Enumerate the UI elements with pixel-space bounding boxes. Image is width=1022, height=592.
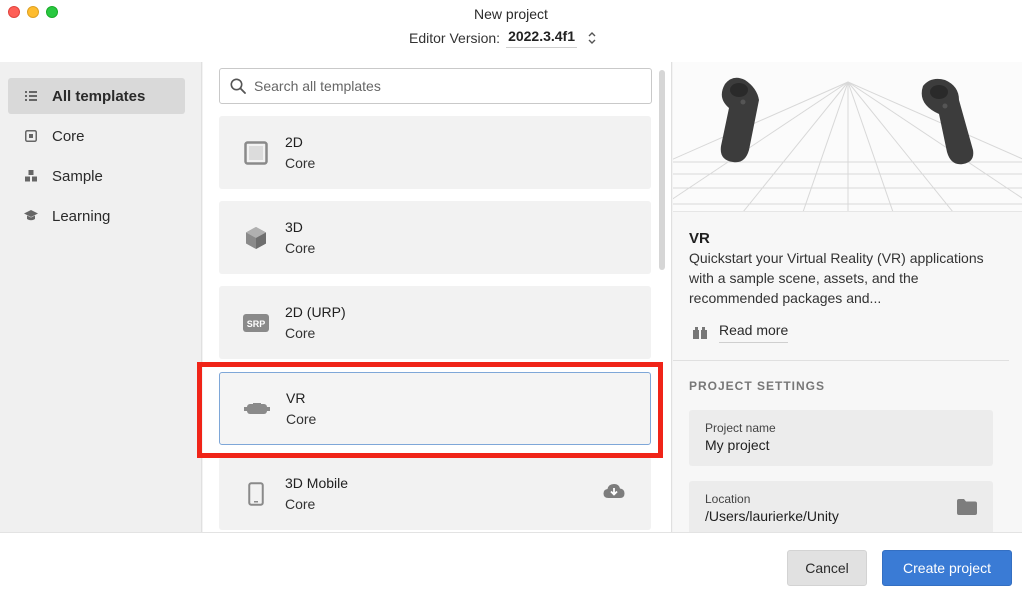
svg-text:SRP: SRP: [247, 319, 266, 329]
cancel-button[interactable]: Cancel: [787, 550, 867, 586]
template-card-vr[interactable]: VR Core: [219, 372, 651, 445]
read-more-link[interactable]: Read more: [693, 322, 789, 343]
template-list: 2D Core 3D Core SRP 2D (URP) Core VR Cor…: [203, 62, 672, 532]
template-card-3d[interactable]: 3D Core: [219, 201, 651, 274]
project-name-field[interactable]: Project name My project: [689, 410, 993, 466]
template-category: Core: [285, 496, 316, 512]
square-icon: [242, 139, 270, 167]
title-bar: New project Editor Version: 2022.3.4f1: [0, 0, 1022, 62]
sidebar-item-label: All templates: [52, 87, 146, 105]
read-more-label: Read more: [719, 322, 789, 343]
editor-version-row: Editor Version: 2022.3.4f1: [409, 28, 597, 48]
project-settings-heading: PROJECT SETTINGS: [689, 379, 826, 393]
list-icon: [24, 91, 38, 101]
category-sidebar: All templates Core Sample Learning: [0, 62, 202, 532]
learning-icon: [24, 210, 38, 222]
template-category: Core: [285, 240, 316, 256]
template-name: 2D: [285, 134, 303, 150]
editor-version-label: Editor Version:: [409, 30, 501, 46]
template-detail-description: Quickstart your Virtual Reality (VR) app…: [689, 250, 984, 306]
sidebar-item-label: Sample: [52, 167, 103, 185]
search-box[interactable]: [219, 68, 652, 104]
template-list-scrollbar[interactable]: [659, 70, 665, 270]
template-category: Core: [286, 411, 317, 427]
template-category: Core: [285, 155, 316, 171]
location-label: Location: [705, 492, 751, 506]
create-project-button[interactable]: Create project: [882, 550, 1012, 586]
template-category: Core: [285, 325, 316, 341]
vr-headset-icon: [243, 395, 271, 423]
book-icon: [693, 326, 707, 339]
core-icon: [24, 130, 38, 142]
template-name: 3D Mobile: [285, 475, 349, 491]
location-field[interactable]: Location /Users/laurierke/Unity: [689, 481, 993, 532]
editor-version-select[interactable]: 2022.3.4f1: [506, 28, 578, 48]
template-card-2d-urp[interactable]: SRP 2D (URP) Core: [219, 286, 651, 359]
location-input[interactable]: /Users/laurierke/Unity: [705, 508, 977, 524]
search-icon: [230, 78, 246, 94]
template-name: 3D: [285, 219, 303, 235]
sidebar-item-learning[interactable]: Learning: [8, 198, 185, 234]
sample-icon: [24, 170, 38, 182]
template-name: VR: [286, 390, 306, 406]
project-name-input[interactable]: My project: [705, 437, 977, 453]
window-title: New project: [474, 6, 548, 22]
project-name-label: Project name: [705, 421, 776, 435]
template-card-3d-mobile[interactable]: 3D Mobile Core: [219, 457, 651, 530]
sidebar-item-label: Core: [52, 127, 85, 145]
dialog-footer: Cancel Create project: [0, 532, 1022, 592]
mobile-icon: [242, 480, 270, 508]
sidebar-item-all-templates[interactable]: All templates: [8, 78, 185, 114]
template-card-2d[interactable]: 2D Core: [219, 116, 651, 189]
sidebar-item-sample[interactable]: Sample: [8, 158, 185, 194]
search-input[interactable]: [254, 78, 634, 94]
template-detail-pane: VR Quickstart your Virtual Reality (VR) …: [673, 62, 1022, 532]
sidebar-item-label: Learning: [52, 207, 111, 225]
template-preview-image: [673, 62, 1022, 212]
srp-icon: SRP: [242, 309, 270, 337]
detail-divider: [673, 360, 1009, 361]
cube-icon: [242, 224, 270, 252]
template-name: 2D (URP): [285, 304, 346, 320]
cloud-download-icon[interactable]: [603, 483, 625, 504]
sidebar-item-core[interactable]: Core: [8, 118, 185, 154]
template-detail-title: VR: [689, 230, 710, 247]
folder-icon[interactable]: [957, 499, 977, 520]
chevron-up-down-icon[interactable]: [587, 31, 597, 45]
